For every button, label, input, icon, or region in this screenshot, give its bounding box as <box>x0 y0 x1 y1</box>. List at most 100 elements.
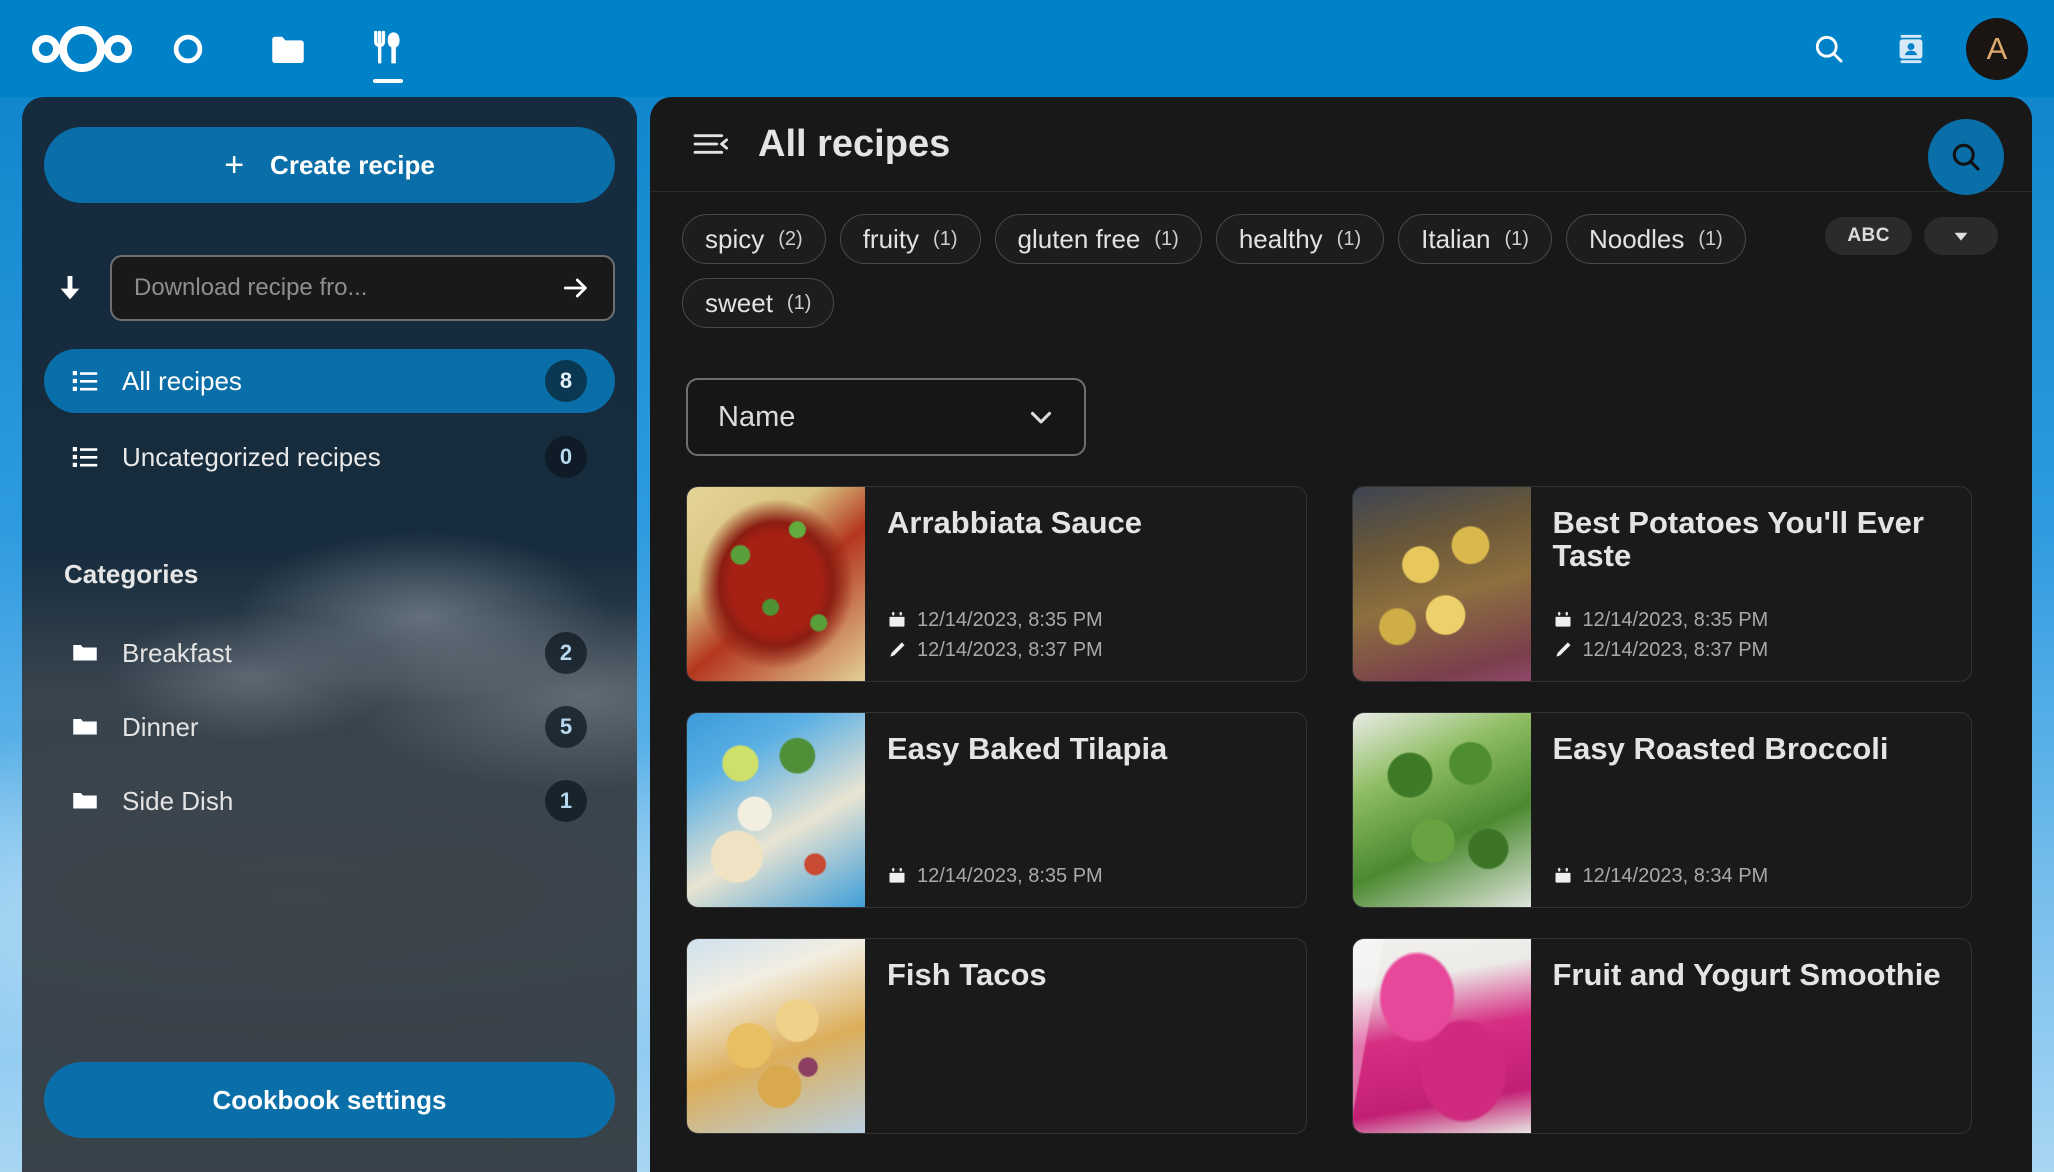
recipe-created-date: 12/14/2023, 8:35 PM <box>917 865 1103 887</box>
recipe-card[interactable]: Fish Tacos <box>686 938 1307 1134</box>
category-count: 5 <box>545 706 587 748</box>
content-header: All recipes <box>650 97 2032 192</box>
recipe-card[interactable]: Fruit and Yogurt Smoothie <box>1351 938 1972 1134</box>
recipe-modified-meta: 12/14/2023, 8:37 PM <box>887 635 1284 665</box>
tag-count: (1) <box>786 291 812 314</box>
chevron-down-icon <box>1950 225 1972 247</box>
main-content: All recipes spicy (2) fruity (1) gluten … <box>650 97 2032 1172</box>
tag-label: sweet <box>705 287 773 318</box>
calendar-icon <box>887 866 907 886</box>
download-recipe-row <box>44 255 615 321</box>
tag-chip-spicy[interactable]: spicy (2) <box>682 214 826 264</box>
header-contacts-button[interactable] <box>1880 18 1942 80</box>
recipe-thumbnail <box>1352 939 1531 1133</box>
recipe-thumbnail <box>1352 713 1531 907</box>
recipe-title: Arrabbiata Sauce <box>887 505 1142 540</box>
sidebar-item-all-recipes[interactable]: All recipes 8 <box>44 349 615 413</box>
recipe-modified-date: 12/14/2023, 8:37 PM <box>1582 639 1769 661</box>
tag-count: (1) <box>1698 227 1723 250</box>
folder-icon <box>70 712 100 742</box>
recipe-thumbnail <box>687 713 865 907</box>
recipe-created-meta: 12/14/2023, 8:35 PM <box>1553 605 1950 635</box>
download-arrow-icon <box>44 271 96 305</box>
search-icon <box>1815 35 1843 62</box>
tag-chip-fruity[interactable]: fruity (1) <box>839 214 981 264</box>
sort-field-value: Name <box>718 400 796 433</box>
categories-heading: Categories <box>64 559 199 589</box>
pencil-icon <box>887 640 907 660</box>
avatar-initial: A <box>1986 30 2008 66</box>
tag-label: Noodles <box>1588 223 1685 254</box>
tag-chip-sweet[interactable]: sweet (1) <box>682 278 835 328</box>
dashboard-icon[interactable] <box>138 0 238 97</box>
sidebar-item-breakfast[interactable]: Breakfast 2 <box>44 616 615 690</box>
sort-direction-button[interactable] <box>1924 217 1998 255</box>
recipe-grid: Arrabbiata Sauce 12/14/2023, 8:35 PM 12/… <box>650 456 2032 1134</box>
sidebar-nav: All recipes 8 Uncategorized recipes 0 <box>22 349 637 501</box>
search-icon <box>1952 143 1980 171</box>
sort-controls: ABC <box>1825 217 1998 255</box>
recipe-search-button[interactable] <box>1928 119 2004 195</box>
tag-chip-healthy[interactable]: healthy (1) <box>1215 214 1385 264</box>
cookbook-icon[interactable] <box>338 0 438 97</box>
sidebar-item-dinner[interactable]: Dinner 5 <box>44 690 615 764</box>
download-recipe-field[interactable] <box>110 255 615 321</box>
sidebar-item-count: 0 <box>545 436 587 478</box>
folder-icon <box>70 638 100 668</box>
category-label: Breakfast <box>122 637 232 668</box>
tag-count: (1) <box>1154 227 1179 250</box>
recipe-thumbnail <box>687 487 865 681</box>
sidebar-item-count: 8 <box>545 360 587 402</box>
files-icon[interactable] <box>238 0 338 97</box>
categories-list: Breakfast 2 Dinner 5 Side Dish 1 <box>22 616 637 1062</box>
nextcloud-logo[interactable] <box>26 21 138 77</box>
download-recipe-input[interactable] <box>134 274 557 302</box>
recipe-created-date: 12/14/2023, 8:34 PM <box>1582 865 1769 887</box>
recipe-created-meta: 12/14/2023, 8:34 PM <box>1553 861 1950 891</box>
sort-field-select[interactable]: Name <box>686 378 1086 456</box>
arrow-right-icon[interactable] <box>557 272 595 304</box>
calendar-icon <box>887 610 907 630</box>
category-label: Dinner <box>122 711 199 742</box>
create-recipe-button[interactable]: + Create recipe <box>44 127 615 203</box>
sidebar-item-label: All recipes <box>122 365 242 396</box>
recipe-card[interactable]: Easy Baked Tilapia 12/14/2023, 8:35 PM <box>686 712 1307 908</box>
sort-alphabetical-button[interactable]: ABC <box>1825 217 1912 255</box>
sidebar-item-uncategorized-recipes[interactable]: Uncategorized recipes 0 <box>44 425 615 489</box>
sidebar-item-side-dish[interactable]: Side Dish 1 <box>44 764 615 838</box>
tag-label: spicy <box>705 223 765 254</box>
plus-icon: + <box>224 146 245 184</box>
recipe-card[interactable]: Easy Roasted Broccoli 12/14/2023, 8:34 P… <box>1351 712 1972 908</box>
tag-filter-bar: spicy (2) fruity (1) gluten free (1) hea… <box>650 192 1920 328</box>
recipe-card[interactable]: Arrabbiata Sauce 12/14/2023, 8:35 PM 12/… <box>686 486 1307 682</box>
recipe-title: Easy Roasted Broccoli <box>1552 731 1889 766</box>
tag-chip-gluten-free[interactable]: gluten free (1) <box>994 214 1202 264</box>
recipe-modified-meta: 12/14/2023, 8:37 PM <box>1553 635 1950 665</box>
recipe-created-date: 12/14/2023, 8:35 PM <box>1582 609 1769 631</box>
contacts-icon <box>1899 34 1923 63</box>
avatar[interactable]: A <box>1966 17 2028 80</box>
cookbook-settings-button[interactable]: Cookbook settings <box>44 1062 615 1138</box>
header-search-button[interactable] <box>1798 18 1860 80</box>
collapse-menu-icon[interactable] <box>690 124 730 164</box>
category-label: Side Dish <box>122 785 234 816</box>
pencil-icon <box>1553 640 1573 660</box>
category-count: 1 <box>545 780 587 822</box>
create-recipe-label: Create recipe <box>270 149 435 180</box>
list-icon <box>70 442 100 472</box>
tag-label: fruity <box>862 223 920 254</box>
recipe-title: Easy Baked Tilapia <box>887 731 1168 766</box>
calendar-icon <box>1553 866 1573 886</box>
list-icon <box>70 366 100 396</box>
recipe-created-date: 12/14/2023, 8:35 PM <box>917 609 1103 631</box>
tag-label: gluten free <box>1017 223 1141 254</box>
recipe-thumbnail <box>1352 487 1531 681</box>
tag-chip-noodles[interactable]: Noodles (1) <box>1565 214 1746 264</box>
recipe-created-meta: 12/14/2023, 8:35 PM <box>887 861 1284 891</box>
recipe-title: Fruit and Yogurt Smoothie <box>1552 957 1941 992</box>
tag-chip-italian[interactable]: Italian (1) <box>1398 214 1552 264</box>
tag-label: healthy <box>1238 223 1323 254</box>
folder-icon <box>70 786 100 816</box>
recipe-card[interactable]: Best Potatoes You'll Ever Taste 12/14/20… <box>1351 486 1972 682</box>
sort-field-wrap: Name <box>650 328 2032 456</box>
